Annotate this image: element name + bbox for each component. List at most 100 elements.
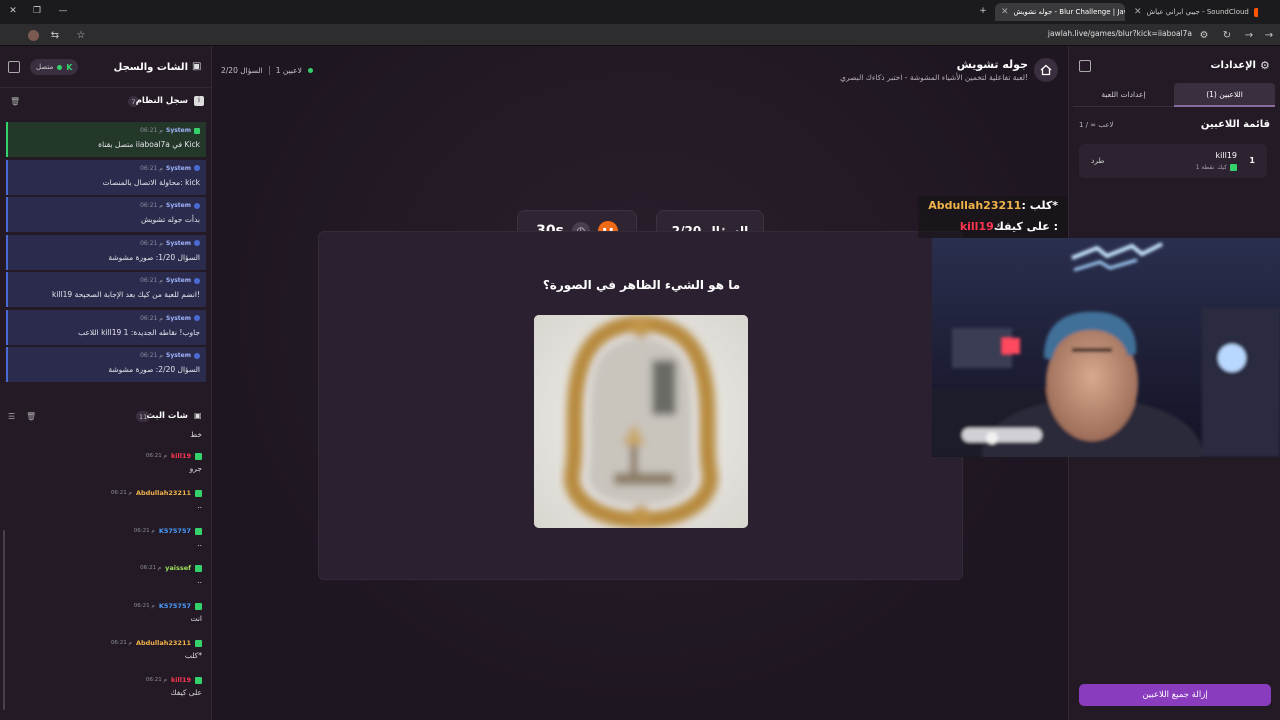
divider <box>268 66 270 75</box>
chat-item: 06:21 م yaissef .. <box>140 564 202 585</box>
extensions-icon[interactable]: ⇆ <box>48 28 62 42</box>
game-meta: السؤال 2/20 1 لاعبين <box>221 66 313 75</box>
collapse-panel-icon[interactable] <box>1079 60 1091 72</box>
address-bar[interactable]: jawlah.live/games/blur?kick=iiaboal7a <box>1048 29 1192 38</box>
kick-player-button[interactable]: طرد <box>1091 156 1104 165</box>
game-title: جوله تشويش <box>956 58 1028 71</box>
log-item: 06:21 م System kill19 انضم للعبة من كيك ب… <box>6 272 206 307</box>
stream-chat-overlay: Abdullah23211: كلب* kill19على كيفك : <box>918 196 1068 238</box>
game-subtitle: لعبة تفاعلية لتخمين الأشياء المشوشة - اخ… <box>840 73 1028 82</box>
chat-bubble-icon: ▣ <box>192 61 202 72</box>
terminal-icon: i <box>194 96 204 106</box>
player-meta: 1 نقطة كيك <box>1196 164 1237 171</box>
connection-status-badge: متصل K <box>30 59 79 75</box>
settings-title: الإعدادات <box>1210 60 1256 71</box>
log-item: 06:21 م System متصل بقناة iiaboal7a في Ki… <box>6 122 206 157</box>
tab-close-icon[interactable]: ✕ <box>1001 7 1009 17</box>
browser-toolbar: ⇆ ☆ jawlah.live/games/blur?kick=iiaboal7… <box>0 24 1280 46</box>
system-log-title: سجل النظام <box>135 96 188 106</box>
browser-tabbar: ✕ ❐ — + ✕ جوله تشويش - Blur Challenge | … <box>0 0 1280 24</box>
question-text: ما هو الشيء الظاهر في الصورة؟ <box>542 278 741 292</box>
chat-item: خط <box>190 430 202 439</box>
question-card: ما هو الشيء الظاهر في الصورة؟ <box>318 231 963 580</box>
info-icon <box>194 240 200 246</box>
system-log-list: 06:21 م System متصل بقناة iiaboal7a في Ki… <box>6 122 206 385</box>
bookmark-star-icon[interactable]: ☆ <box>74 28 88 42</box>
tab-label: جوله تشويش - Blur Challenge | Jawla <box>1013 8 1125 16</box>
home-icon <box>1040 64 1052 76</box>
kick-logo-icon <box>195 602 202 610</box>
forward-icon[interactable]: → <box>1242 28 1256 42</box>
reload-icon[interactable]: ↻ <box>1220 28 1234 42</box>
close-window-icon[interactable]: ✕ <box>6 4 20 18</box>
chat-log-title: الشات والسجل <box>113 62 188 73</box>
info-icon <box>194 352 200 359</box>
tab-close-icon[interactable]: ✕ <box>1134 7 1142 17</box>
restore-window-icon[interactable]: ❐ <box>30 4 44 18</box>
online-dot-icon <box>307 68 313 73</box>
back-icon[interactable]: → <box>1262 28 1276 42</box>
kick-logo-icon <box>195 527 202 535</box>
chat-bubble-icon: ▣ <box>194 411 202 420</box>
tab-favicon <box>1253 7 1258 17</box>
profile-avatar-icon[interactable] <box>26 28 40 42</box>
kick-logo-icon <box>194 127 200 134</box>
chat-log-header: متصل K الشات والسجل ▣ <box>0 46 212 88</box>
blurred-image <box>534 315 748 528</box>
chat-item: 06:21 م K575757 .. <box>133 527 202 548</box>
info-icon <box>194 315 200 321</box>
tab-players[interactable]: اللاعبين (1) <box>1174 83 1275 107</box>
info-icon <box>194 165 200 171</box>
kick-logo-icon <box>195 676 202 684</box>
system-log-header[interactable]: 🗑 7 سجل النظام i <box>0 90 212 114</box>
live-chat-title: شات البث <box>146 411 188 421</box>
webcam-feed <box>932 238 1280 457</box>
players-list-title: قائمة اللاعبين <box>1200 119 1270 130</box>
gear-icon: ⚙ <box>1260 59 1270 72</box>
status-label: متصل <box>36 63 54 71</box>
kick-logo-icon <box>195 452 202 460</box>
remove-all-players-button[interactable]: إزالة جميع اللاعبين <box>1079 684 1271 706</box>
log-item: 06:21 م System السؤال 2/20: صورة مشوشة <box>6 347 206 382</box>
log-item: 06:21 م System اللاعب kill19 جاوب! نقاطه … <box>6 309 206 345</box>
tab-soundcloud[interactable]: ✕ جيبي ابراني عياش - SoundCloud <box>1128 3 1258 21</box>
home-button[interactable] <box>1034 58 1058 82</box>
site-settings-icon[interactable]: ⚙ <box>1197 28 1211 42</box>
info-icon <box>194 202 200 209</box>
player-row: طرد kill19 1 نقطة كيك 1 <box>1079 144 1267 178</box>
chat-item: 06:21 م K575757 انت <box>133 602 202 623</box>
chat-item: 06:21 م kill19 جرو <box>145 452 202 473</box>
info-icon <box>194 277 200 284</box>
player-name: kill19 <box>1215 151 1237 160</box>
settings-tabs: إعدادات اللعبة اللاعبين (1) <box>1073 83 1275 107</box>
status-dot-icon <box>57 64 63 70</box>
player-points: 1 نقطة <box>1195 164 1215 171</box>
new-tab-icon[interactable]: + <box>976 4 990 18</box>
chat-item: 06:21 م Abdullah23211 .. <box>110 489 202 510</box>
log-item: 06:21 م System السؤال 1/20: صورة مشوشة <box>6 234 206 270</box>
question-meta: السؤال 2/20 <box>221 66 263 75</box>
tab-label: جيبي ابراني عياش - SoundCloud <box>1146 8 1249 16</box>
minimize-window-icon[interactable]: — <box>56 4 70 18</box>
log-item: 06:21 م System محاولة الاتصال بالمنصات: k… <box>6 159 206 195</box>
kick-logo-icon <box>1230 164 1237 171</box>
player-platform: كيك <box>1217 164 1227 171</box>
live-chat-header[interactable]: ☰ 🗑 11 شات البث ▣ <box>0 405 212 429</box>
log-item: 06:21 م System بدأت جوله تشويش <box>6 197 206 232</box>
webcam-image <box>932 238 1280 457</box>
clear-chat-icon[interactable]: 🗑 <box>26 412 36 421</box>
chat-options-icon[interactable]: ☰ <box>8 412 15 421</box>
clear-log-icon[interactable]: 🗑 <box>10 97 20 106</box>
kick-logo-icon <box>195 489 202 497</box>
players-count: 1 / ∞ لاعب <box>1079 121 1114 129</box>
kick-logo-icon: K <box>66 62 73 72</box>
kick-logo-icon <box>195 564 202 572</box>
overlay-line-1: Abdullah23211: كلب* <box>928 199 1058 212</box>
tab-blur-challenge[interactable]: ✕ جوله تشويش - Blur Challenge | Jawla <box>995 3 1125 21</box>
tab-game-settings[interactable]: إعدادات اللعبة <box>1073 83 1174 107</box>
chat-item: 06:21 م kill19 على كيفك <box>145 676 202 697</box>
collapse-panel-icon[interactable] <box>8 61 20 73</box>
overlay-line-2: kill19على كيفك : <box>959 220 1058 233</box>
chat-item: 06:21 م Abdullah23211 كلب* <box>110 639 202 660</box>
player-rank: 1 <box>1249 156 1255 165</box>
